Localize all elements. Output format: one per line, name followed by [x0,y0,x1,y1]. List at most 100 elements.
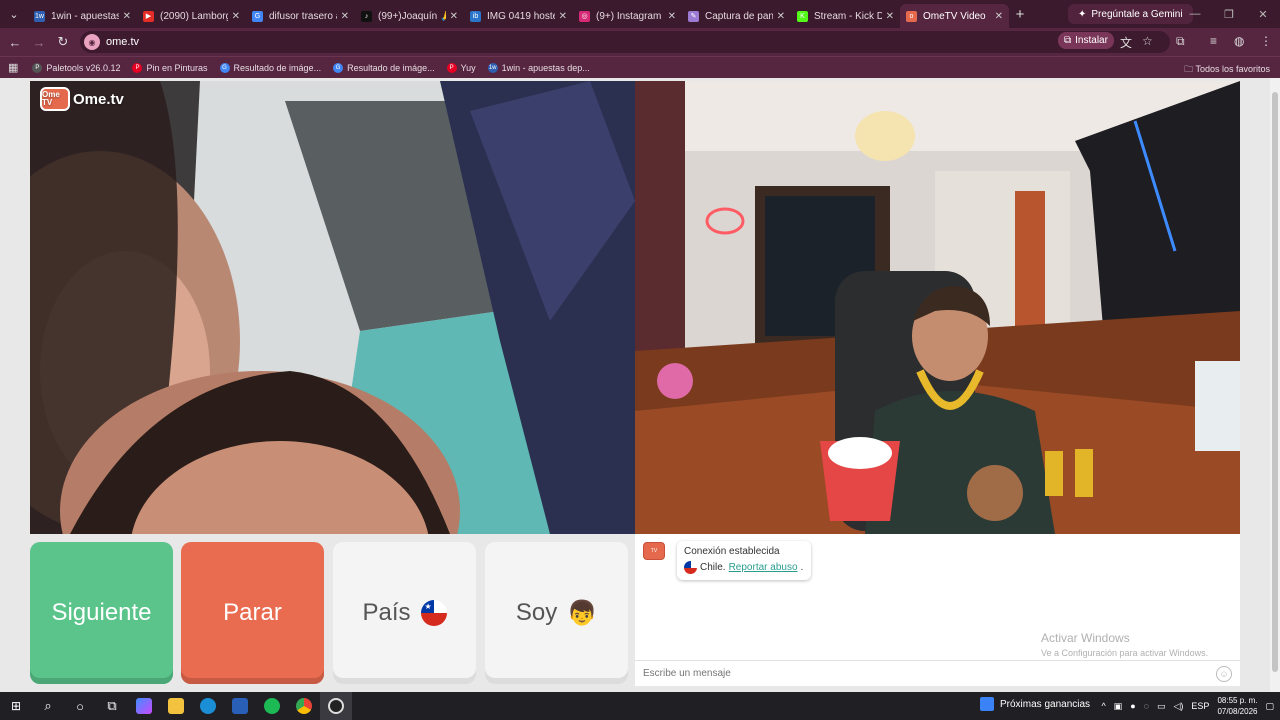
extensions-icon[interactable]: ⧉ [1176,34,1185,49]
partner-country: Chile. [700,562,726,573]
tab-close-icon[interactable]: ✕ [232,11,240,22]
news-icon [980,697,994,711]
tray-status-icon[interactable]: ◌ [1144,701,1149,711]
wifi-icon[interactable]: ▭ [1157,701,1166,712]
tab-search-icon[interactable]: ⌄ [0,0,28,28]
tray-chevron-icon[interactable]: ^ [1101,701,1105,711]
site-info-icon[interactable]: ◉ [84,34,100,50]
tab-favicon-icon: ib [470,10,481,22]
ometv-logo-box: Ome TV [40,87,70,111]
obs-icon[interactable] [320,692,352,720]
apps-grid-icon[interactable]: ▦ [8,61,18,74]
gemini-icon: ✦ [1078,8,1087,20]
restore-icon[interactable]: ❐ [1212,0,1246,28]
tab-close-icon[interactable]: ✕ [341,11,349,22]
address-bar[interactable]: ◉ ome.tv [80,31,1170,53]
profile-avatar[interactable]: ◍ [1234,34,1244,48]
start-icon[interactable]: ⊞ [0,692,32,720]
tab-title: Captura de panta [705,10,773,22]
remote-video [635,81,1240,534]
windows-taskbar: ⊞ ⌕ ○ ⧉ Próximas ganancias ^ ▣ ● ◌ ▭ ◁) … [0,692,1280,720]
bookmark-item[interactable]: P Paletools v26.0.12 [32,62,121,73]
bookmark-item[interactable]: G Resultado de imáge... [333,62,435,73]
search-icon[interactable]: ⌕ [32,692,64,720]
next-button[interactable]: Siguiente [30,542,173,684]
tab-favicon-icon: ♪ [361,10,372,22]
all-favorites-folder[interactable]: 🗀 Todos los favoritos [1184,62,1270,78]
spotify-icon[interactable] [256,692,288,720]
browser-tab[interactable]: ib IMG 0419 hosted ✕ [464,4,573,28]
tab-close-icon[interactable]: ✕ [995,11,1003,22]
clock[interactable]: 08:55 p. m. 07/08/2026 [1217,695,1257,717]
tab-title: IMG 0419 hosted [487,10,555,22]
menu-icon[interactable]: ⋮ [1260,34,1272,48]
gemini-button[interactable]: ✦ Pregúntale a Gemini [1068,4,1193,24]
browser-tab[interactable]: o OmeTV Video ✕ [900,4,1009,28]
tab-close-icon[interactable]: ✕ [559,11,567,22]
tab-close-icon[interactable]: ✕ [123,11,131,22]
close-window-icon[interactable]: ✕ [1246,0,1280,28]
tab-favicon-icon: K [797,10,808,22]
bookmark-favicon-icon: 1w [487,62,498,73]
cortana-icon[interactable]: ○ [64,692,96,720]
minimize-icon[interactable]: — [1178,0,1212,28]
store-icon[interactable] [224,692,256,720]
browser-tab[interactable]: ♪ (99+)Joaquín 🙏 ✕ [355,4,464,28]
bookmark-item[interactable]: G Resultado de imáge... [219,62,321,73]
bookmark-label: Resultado de imáge... [347,62,435,73]
install-app-button[interactable]: ⧉ Instalar [1058,32,1114,49]
tray-app-icon[interactable]: ▣ [1114,701,1123,712]
gender-button[interactable]: Soy 👦 [485,542,628,684]
bookmark-item[interactable]: P Yuy [446,62,476,73]
mic-icon[interactable]: ● [1130,701,1135,711]
page-scrollbar[interactable] [1270,78,1280,692]
notifications-icon[interactable]: ▢ [1265,701,1274,712]
browser-tab[interactable]: ✎ Captura de panta ✕ [682,4,791,28]
tab-favicon-icon: G [252,10,263,22]
copilot-icon[interactable] [128,692,160,720]
tab-close-icon[interactable]: ✕ [886,11,894,22]
new-tab-button[interactable]: + [1009,6,1031,23]
browser-tab[interactable]: ◎ (9+) Instagram ✕ [573,4,682,28]
scrollbar-thumb[interactable] [1272,92,1278,672]
tab-close-icon[interactable]: ✕ [668,11,676,22]
url-text[interactable]: ome.tv [106,36,139,48]
forward-icon[interactable]: → [27,35,51,50]
volume-icon[interactable]: ◁) [1174,701,1184,712]
tab-favicon-icon: 1w [34,10,45,22]
file-explorer-icon[interactable] [160,692,192,720]
bookmark-item[interactable]: P Pin en Pinturas [132,62,208,73]
stop-button[interactable]: Parar [181,542,324,684]
country-button[interactable]: País ★ [333,542,476,684]
language-indicator[interactable]: ESP [1191,701,1209,711]
task-view-icon[interactable]: ⧉ [96,692,128,720]
tab-close-icon[interactable]: ✕ [777,11,785,22]
chrome-icon[interactable] [288,692,320,720]
tab-close-icon[interactable]: ✕ [450,11,458,22]
bookmark-item[interactable]: 1w 1win - apuestas dep... [487,62,590,73]
tab-title: (9+) Instagram [596,10,662,22]
bookmark-star-icon[interactable]: ☆ [1142,34,1153,48]
media-controls-icon[interactable]: ≡ [1210,34,1217,48]
news-widget[interactable]: Próximas ganancias [980,697,1090,711]
bookmark-favicon-icon: G [333,62,344,73]
tab-title: (99+)Joaquín 🙏 [378,10,446,22]
bookmark-favicon-icon: G [219,62,230,73]
bookmark-favicon-icon: P [32,62,43,73]
reload-icon[interactable]: ↻ [51,34,75,50]
bookmark-label: Paletools v26.0.12 [46,62,121,73]
browser-tab[interactable]: 1w 1win - apuestas d ✕ [28,4,137,28]
edge-icon[interactable] [192,692,224,720]
browser-tab[interactable]: Gdifusor trasero a ✕ [246,4,355,28]
browser-tab[interactable]: ▶ (2090) Lamborgh ✕ [137,4,246,28]
chile-flag-icon: ★ [420,600,447,626]
translate-icon[interactable]: 文 [1120,34,1132,51]
message-input[interactable] [643,668,1203,679]
back-icon[interactable]: ← [3,35,27,50]
local-video-frame [30,81,635,534]
emoji-icon[interactable]: ☺ [1216,666,1232,682]
browser-tab[interactable]: K Stream - Kick Da ✕ [791,4,900,28]
report-abuse-link[interactable]: Reportar abuso [729,562,798,573]
tab-favicon-icon: ▶ [143,10,154,22]
install-icon: ⧉ [1064,35,1072,46]
